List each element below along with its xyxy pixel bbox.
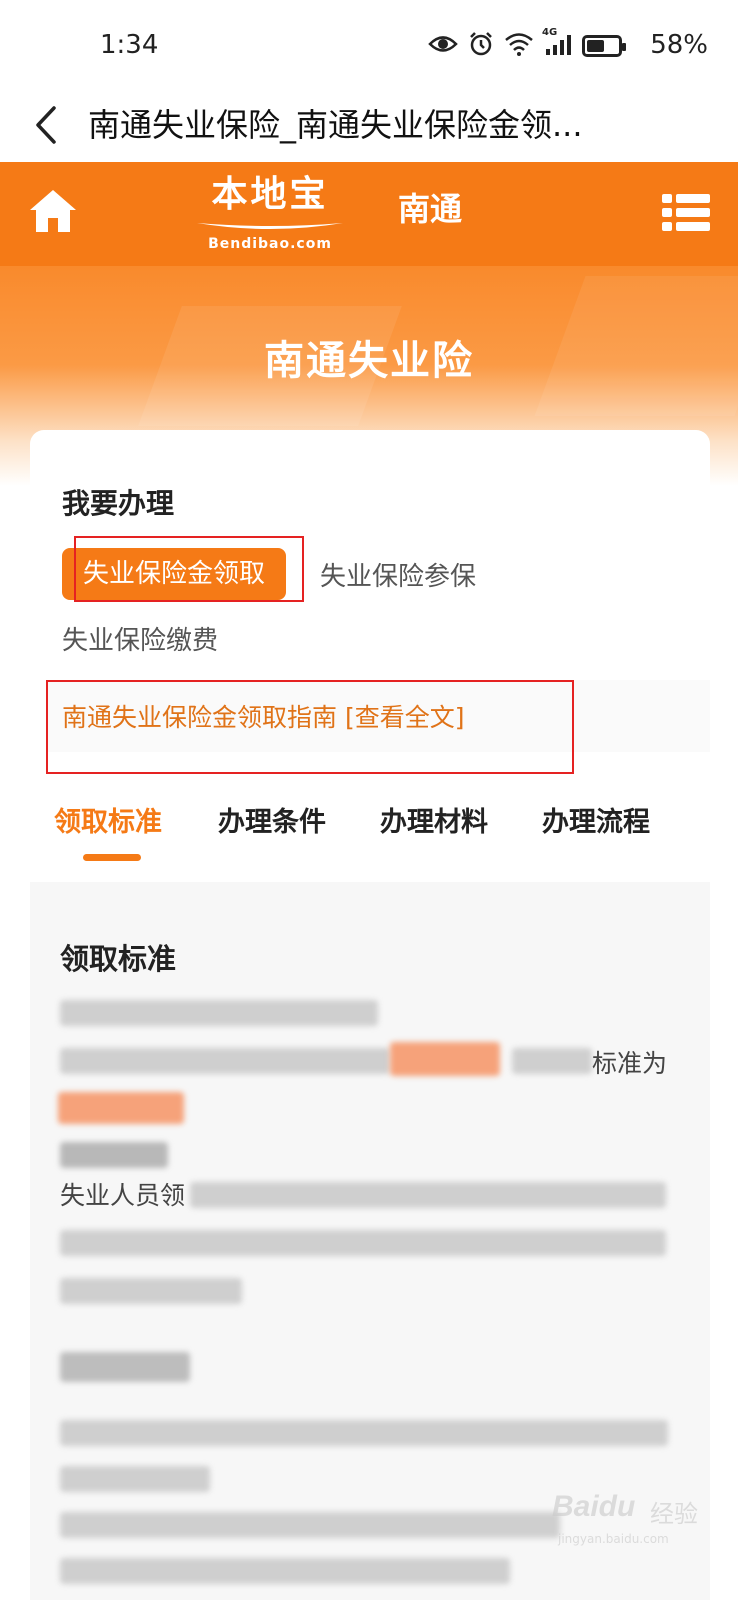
battery-percent: 58% [650, 30, 708, 60]
logo-subtext: Bendibao.com [208, 236, 332, 252]
home-button[interactable] [26, 186, 80, 236]
home-icon [30, 190, 76, 232]
back-button[interactable] [28, 100, 68, 150]
logo-swoosh-icon [197, 223, 343, 229]
site-logo[interactable]: 本地宝 Bendibao.com [190, 172, 350, 256]
blurred-text [60, 1420, 668, 1446]
blurred-text [512, 1048, 592, 1074]
app-header: 南通失业保险_南通失业保险金领... [0, 92, 738, 162]
battery-icon [582, 35, 626, 57]
blurred-text [60, 1142, 168, 1168]
info-tabs: 领取标准 办理条件 办理材料 办理流程 [30, 800, 710, 870]
content-heading: 领取标准 [60, 942, 177, 976]
cellular-signal-icon: 4G [542, 27, 572, 59]
option-unemployment-insurance-enroll[interactable]: 失业保险参保 [320, 556, 476, 593]
blurred-text [60, 1230, 666, 1256]
tab-conditions[interactable]: 办理条件 [218, 800, 326, 839]
alarm-icon [468, 31, 494, 61]
watermark: Baidu 经验 jingyan.baidu.com [546, 1488, 726, 1568]
blurred-text [190, 1182, 666, 1208]
handle-heading: 我要办理 [62, 487, 175, 520]
highlight-box [46, 680, 574, 774]
blurred-text [60, 1278, 242, 1304]
logo-text: 本地宝 [211, 173, 329, 215]
status-time: 1:34 [100, 30, 159, 60]
menu-button[interactable] [662, 192, 710, 234]
wifi-icon [504, 32, 534, 60]
chevron-left-icon [36, 106, 56, 144]
banner-title: 南通失业险 [264, 338, 474, 384]
watermark-brand: Baidu [552, 1490, 636, 1523]
tab-process[interactable]: 办理流程 [542, 800, 650, 839]
page-title: 南通失业保险_南通失业保险金领... [88, 106, 583, 144]
status-bar: 1:34 4G 58% [0, 0, 738, 92]
status-icons: 4G [428, 27, 626, 61]
network-type-label: 4G [542, 27, 558, 38]
service-card: 我要办理 失业保险金领取 失业保险参保 失业保险缴费 南通失业保险金领取指南 [… [30, 430, 710, 1600]
city-selector[interactable]: 南通 [398, 184, 462, 230]
site-nav: 本地宝 Bendibao.com 南通 [0, 162, 738, 266]
menu-icon [662, 194, 710, 231]
tab-claim-standard[interactable]: 领取标准 [54, 800, 162, 839]
active-tab-indicator [83, 854, 141, 861]
option-unemployment-insurance-payment[interactable]: 失业保险缴费 [62, 620, 218, 657]
text-fragment: 失业人员领 [60, 1181, 186, 1210]
blurred-text [60, 1000, 378, 1026]
blurred-text [60, 1048, 390, 1074]
battery-level-fill [587, 40, 604, 52]
highlight-box [74, 536, 304, 602]
blurred-text [60, 1512, 560, 1538]
blurred-highlight [58, 1092, 184, 1124]
text-fragment: 标准为 [592, 1049, 668, 1078]
watermark-url: jingyan.baidu.com [558, 1532, 669, 1546]
tab-materials[interactable]: 办理材料 [380, 800, 488, 839]
blurred-heading [60, 1352, 190, 1382]
blurred-highlight [390, 1042, 500, 1076]
blurred-text [60, 1558, 510, 1584]
eye-icon [428, 33, 458, 59]
blurred-text [60, 1466, 210, 1492]
watermark-cn: 经验 [650, 1500, 698, 1528]
